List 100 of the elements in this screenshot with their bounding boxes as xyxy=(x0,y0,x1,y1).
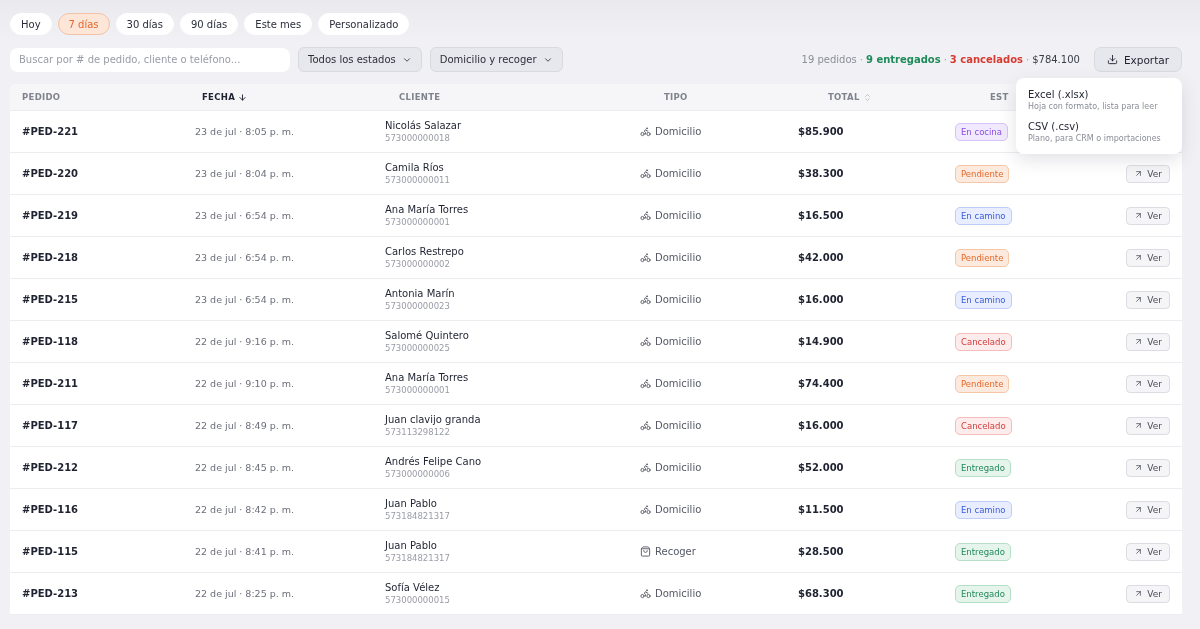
order-total: $16.000 xyxy=(798,420,845,431)
summary-stat: $784.100 xyxy=(1032,54,1080,65)
order-type: Domicilio xyxy=(655,336,702,347)
view-button[interactable]: Ver xyxy=(1126,332,1170,351)
status-badge: Cancelado xyxy=(955,416,1012,435)
order-date: 23 de jul · 8:04 p. m. xyxy=(195,168,296,179)
client-name: Carlos Restrepo xyxy=(385,246,465,257)
view-button[interactable]: Ver xyxy=(1126,458,1170,477)
view-button[interactable]: Ver xyxy=(1126,416,1170,435)
bike-icon xyxy=(640,126,651,137)
menu-item[interactable]: Excel (.xlsx) xyxy=(1028,89,1170,100)
download-icon xyxy=(1106,54,1118,65)
bike-icon xyxy=(640,420,651,431)
order-id: #PED-213 xyxy=(22,588,80,599)
status-badge: Pendiente xyxy=(955,164,1010,183)
column-header-label[interactable]: TIPO xyxy=(664,92,688,102)
filter-dropdown[interactable]: Todos los estados xyxy=(298,47,422,72)
arrow-up-right-icon xyxy=(1134,169,1144,178)
order-id: #PED-220 xyxy=(22,168,80,179)
column-header-label[interactable]: PEDIDO xyxy=(22,92,61,102)
order-id: #PED-117 xyxy=(22,420,80,431)
filter-dropdown[interactable]: Domicilio y recoger xyxy=(429,47,563,72)
order-type: Domicilio xyxy=(655,504,702,515)
client-phone: 573184821317 xyxy=(385,511,451,521)
status-badge: Cancelado xyxy=(955,332,1012,351)
summary-stat: 3 cancelados xyxy=(949,54,1023,65)
separator-dot: · xyxy=(1025,54,1030,65)
range-chip[interactable]: Hoy xyxy=(10,13,52,35)
menu-item-hint: Hoja con formato, lista para leer xyxy=(1028,102,1159,111)
arrow-up-right-icon xyxy=(1134,589,1144,598)
client-phone: 573000000001 xyxy=(385,385,451,395)
arrow-up-right-icon xyxy=(1134,295,1144,304)
order-id: #PED-116 xyxy=(22,504,80,515)
order-date: 22 de jul · 9:16 p. m. xyxy=(195,336,296,347)
bike-icon xyxy=(640,378,651,389)
range-chip[interactable]: Personalizado xyxy=(318,13,410,35)
order-total: $38.300 xyxy=(798,168,845,179)
column-header-label[interactable]: FECHA xyxy=(202,92,236,102)
order-date: 23 de jul · 6:54 p. m. xyxy=(195,294,296,305)
menu-item[interactable]: CSV (.csv) xyxy=(1028,121,1170,132)
view-button[interactable]: Ver xyxy=(1126,206,1170,225)
view-button[interactable]: Ver xyxy=(1126,584,1170,603)
client-phone: 573000000025 xyxy=(385,343,451,353)
search-field[interactable]: Buscar por # de pedido, cliente o teléfono... xyxy=(10,47,290,72)
export-button[interactable]: Exportar xyxy=(1093,47,1182,72)
range-chip[interactable]: Este mes xyxy=(244,13,313,35)
order-id: #PED-115 xyxy=(22,546,80,557)
status-badge: En cocina xyxy=(955,122,1008,141)
view-button[interactable]: Ver xyxy=(1126,542,1170,561)
arrow-up-right-icon xyxy=(1134,337,1144,346)
order-date: 23 de jul · 6:54 p. m. xyxy=(195,252,296,263)
order-type: Domicilio xyxy=(655,252,702,263)
range-chip[interactable]: 30 días xyxy=(115,13,174,35)
order-date: 22 de jul · 8:25 p. m. xyxy=(195,588,296,599)
order-id: #PED-218 xyxy=(22,252,80,263)
status-badge: Entregado xyxy=(955,458,1011,477)
view-button[interactable]: Ver xyxy=(1126,290,1170,309)
view-button[interactable]: Ver xyxy=(1126,374,1170,393)
status-badge: Entregado xyxy=(955,542,1011,561)
column-header-label[interactable]: TOTAL xyxy=(828,92,860,102)
client-name: Andrés Felipe Cano xyxy=(385,456,483,467)
order-total: $74.400 xyxy=(798,378,845,389)
range-chip[interactable]: 90 días xyxy=(179,13,239,35)
bike-icon xyxy=(640,462,651,473)
arrow-up-right-icon xyxy=(1134,421,1144,430)
arrow-up-right-icon xyxy=(1134,463,1144,472)
column-header-label[interactable]: CLIENTE xyxy=(399,92,441,102)
column-header-label[interactable]: EST xyxy=(990,92,1009,102)
arrow-up-right-icon xyxy=(1134,505,1144,514)
view-button[interactable]: Ver xyxy=(1126,500,1170,519)
order-type: Domicilio xyxy=(655,588,702,599)
order-type: Domicilio xyxy=(655,378,702,389)
bag-icon xyxy=(640,546,651,557)
status-badge: Entregado xyxy=(955,584,1011,603)
client-name: Camila Ríos xyxy=(385,162,445,173)
order-date: 23 de jul · 6:54 p. m. xyxy=(195,210,296,221)
order-total: $11.500 xyxy=(798,504,845,515)
client-name: Salomé Quintero xyxy=(385,330,470,341)
status-badge: Pendiente xyxy=(955,374,1010,393)
client-phone: 573000000015 xyxy=(385,595,451,605)
order-id: #PED-219 xyxy=(22,210,80,221)
arrow-up-right-icon xyxy=(1134,379,1144,388)
order-total: $85.900 xyxy=(798,126,845,137)
sort-down-icon[interactable] xyxy=(238,92,248,102)
order-total: $16.000 xyxy=(798,294,845,305)
client-phone: 573000000023 xyxy=(385,301,451,311)
view-button[interactable]: Ver xyxy=(1126,164,1170,183)
client-name: Juan Pablo xyxy=(385,540,438,551)
order-id: #PED-118 xyxy=(22,336,80,347)
status-badge: En camino xyxy=(955,500,1012,519)
bike-icon xyxy=(640,252,651,263)
order-type: Recoger xyxy=(655,546,696,557)
order-id: #PED-212 xyxy=(22,462,80,473)
view-button[interactable]: Ver xyxy=(1126,248,1170,267)
client-phone: 573000000018 xyxy=(385,133,451,143)
order-total: $42.000 xyxy=(798,252,845,263)
order-total: $68.300 xyxy=(798,588,845,599)
client-phone: 573000000006 xyxy=(385,469,451,479)
menu-item-hint: Plano, para CRM o importaciones xyxy=(1028,134,1162,143)
order-total: $14.900 xyxy=(798,336,845,347)
